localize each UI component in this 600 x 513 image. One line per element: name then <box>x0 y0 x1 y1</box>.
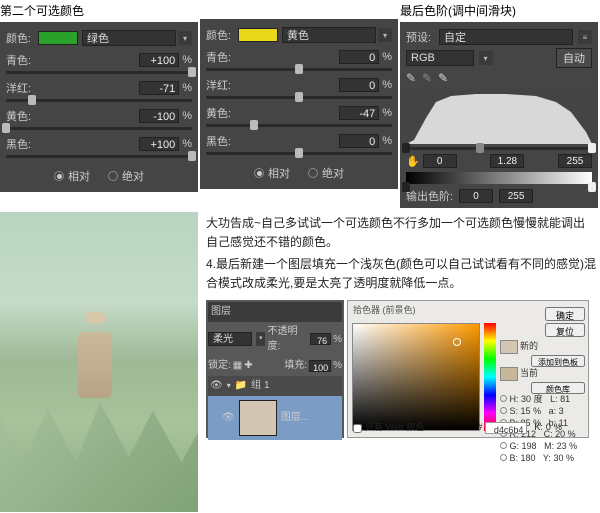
chevron-down-icon[interactable]: ▾ <box>178 31 192 45</box>
eyedrop-black-icon[interactable]: ✎ <box>406 71 416 85</box>
cyan-slider[interactable] <box>206 68 392 71</box>
radio-relative[interactable]: 相对 <box>54 168 90 184</box>
tutorial-text: 大功告成~自己多试试一个可选颜色不行多加一个可选颜色慢慢就能调出自己感觉还不错的… <box>202 212 600 512</box>
radio-absolute[interactable]: 绝对 <box>308 165 344 181</box>
layers-panel: 图层 柔光 ▾ 不透明度: 76 % 锁定: ▦ ✚ 填充: 100 % <box>206 300 344 438</box>
eye-icon[interactable]: 👁 <box>222 410 235 426</box>
hand-icon[interactable]: ✋ <box>406 155 420 168</box>
out-white-input[interactable]: 255 <box>499 189 533 203</box>
color-swatch-green <box>38 31 78 45</box>
magenta-slider[interactable] <box>206 96 392 99</box>
levels-mid-input[interactable]: 1.28 <box>490 154 524 168</box>
slider-yellow: 黄色:-100% <box>6 108 192 130</box>
chevron-down-icon[interactable]: ▾ <box>479 51 493 65</box>
folder-icon: 📁 <box>235 378 247 394</box>
group-name: 组 1 <box>251 378 269 394</box>
slider-cyan: 青色:+100% <box>6 52 192 74</box>
levels-white-input[interactable]: 255 <box>558 154 592 168</box>
input-range-slider[interactable] <box>406 147 592 150</box>
slider-magenta: 洋红:-71% <box>6 80 192 102</box>
fill-label: 填充: <box>284 358 307 374</box>
color-label: 颜色: <box>206 27 238 43</box>
chevron-down-icon[interactable]: ▾ <box>256 332 265 346</box>
eye-icon[interactable]: 👁 <box>210 378 223 394</box>
out-black-input[interactable]: 0 <box>459 189 493 203</box>
levels-black-input[interactable]: 0 <box>423 154 457 168</box>
lock-label: 锁定: <box>208 358 231 374</box>
black-value[interactable]: +100 <box>139 137 179 151</box>
radio-s[interactable] <box>500 407 507 414</box>
hex-label: # <box>477 421 482 435</box>
new-color-swatch <box>500 340 518 354</box>
chevron-down-icon[interactable]: ≡ <box>578 30 592 44</box>
add-swatch-button[interactable]: 添加到色板 <box>531 355 585 367</box>
hue-slider[interactable] <box>484 323 496 431</box>
lock-pos-icon[interactable]: ✚ <box>244 358 252 374</box>
chevron-down-icon[interactable]: ▾ <box>227 380 231 392</box>
black-slider[interactable] <box>206 152 392 155</box>
selective-color-panel-1: 颜色: 绿色 ▾ 青色:+100% 洋红:-71% 黄色:-100% 黑色:+1… <box>0 22 198 192</box>
auto-button[interactable]: 自动 <box>556 48 592 68</box>
output-label: 输出色阶: <box>406 188 453 204</box>
picker-tab[interactable]: 拾色器 <box>353 305 380 315</box>
radio-h[interactable] <box>500 395 507 402</box>
paragraph-1: 大功告成~自己多试试一个可选颜色不行多加一个可选颜色慢慢就能调出自己感觉还不错的… <box>206 214 596 251</box>
radio-bch[interactable] <box>500 454 507 461</box>
radio-relative[interactable]: 相对 <box>254 165 290 181</box>
cyan-slider[interactable] <box>6 71 192 74</box>
yellow-slider[interactable] <box>6 127 192 130</box>
web-safe-checkbox[interactable] <box>353 424 362 433</box>
web-safe-label: 只有 Web 颜色 <box>365 421 424 435</box>
layer-name: 图层... <box>281 410 309 426</box>
preset-label: 预设: <box>406 29 436 45</box>
magenta-slider[interactable] <box>6 99 192 102</box>
color-field[interactable] <box>352 323 480 431</box>
lock-pixel-icon[interactable]: ▦ <box>233 358 242 374</box>
ok-button[interactable]: 确定 <box>545 307 585 321</box>
color-picker-dialog: 拾色器 (前景色) 确定 复位 新的 添加到色板 <box>347 300 589 438</box>
color-swatch-yellow <box>238 28 278 42</box>
channel-dropdown[interactable]: RGB <box>406 50 474 66</box>
histogram <box>406 88 592 144</box>
yellow-slider[interactable] <box>206 124 392 127</box>
hex-input[interactable]: d4c6b4 <box>485 422 527 434</box>
opacity-label: 不透明度: <box>267 324 307 355</box>
current-color-swatch <box>500 367 518 381</box>
black-slider[interactable] <box>6 155 192 158</box>
sample-photo <box>0 212 198 512</box>
layer-row[interactable]: 👁 图层... <box>208 396 342 440</box>
slider-black: 黑色:+100% <box>6 136 192 158</box>
cancel-button[interactable]: 复位 <box>545 323 585 337</box>
eyedrop-white-icon[interactable]: ✎ <box>438 71 448 85</box>
output-gradient[interactable] <box>406 172 592 184</box>
layer-tab[interactable]: 图层 <box>211 304 231 320</box>
color-dropdown[interactable]: 黄色 <box>282 27 376 43</box>
yellow-value[interactable]: -100 <box>139 109 179 123</box>
chevron-down-icon[interactable]: ▾ <box>378 28 392 42</box>
eyedrop-gray-icon[interactable]: ✎ <box>422 71 432 85</box>
fill-value[interactable]: 100 <box>309 360 331 372</box>
layer-thumbnail <box>239 400 277 436</box>
paragraph-2: 4.最后新建一个图层填充一个浅灰色(颜色可以自己试试看有不同的感觉)混合模式改成… <box>206 255 596 292</box>
color-label: 颜色: <box>6 30 38 46</box>
color-dropdown[interactable]: 绿色 <box>82 30 176 46</box>
levels-title: 最后色阶(调中间滑块) <box>400 0 598 22</box>
selective-color-panel-2: 颜色: 黄色 ▾ 青色:0% 洋红:0% 黄色:-47% 黑色:0% 相对 绝对 <box>200 19 398 189</box>
radio-g[interactable] <box>500 442 507 449</box>
opacity-value[interactable]: 76 <box>310 333 331 345</box>
levels-panel: 预设: 自定 ≡ RGB ▾ 自动 ✎ ✎ ✎ <box>400 22 598 208</box>
cyan-value[interactable]: +100 <box>139 53 179 67</box>
sc1-title: 第二个可选颜色 <box>0 0 198 22</box>
blend-mode-dropdown[interactable]: 柔光 <box>208 332 252 346</box>
group-row[interactable]: 👁 ▾ 📁 组 1 <box>208 376 342 396</box>
magenta-value[interactable]: -71 <box>139 81 179 95</box>
color-lib-button[interactable]: 颜色库 <box>531 382 585 394</box>
preset-dropdown[interactable]: 自定 <box>439 29 573 45</box>
radio-absolute[interactable]: 绝对 <box>108 168 144 184</box>
